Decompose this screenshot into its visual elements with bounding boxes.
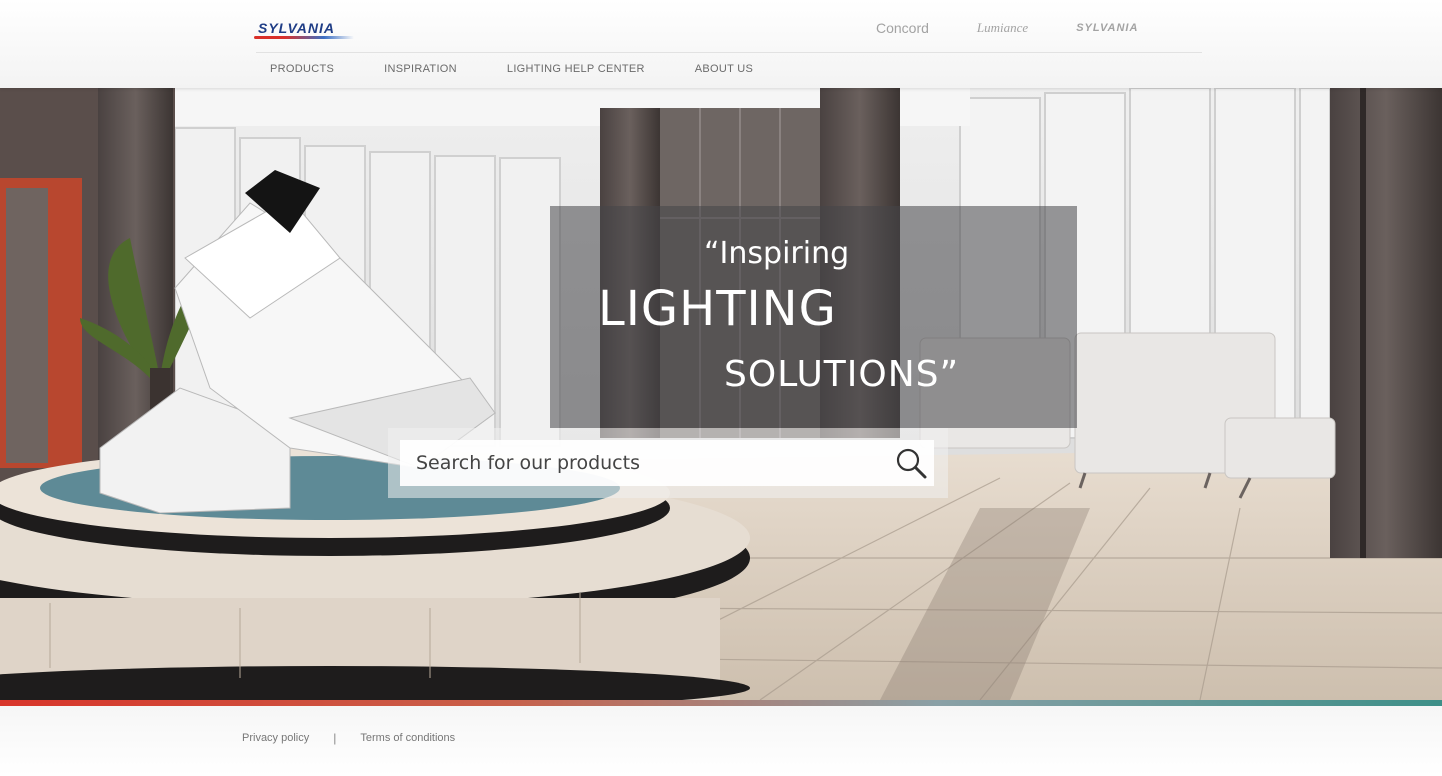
site-header: SYLVANIA Concord Lumiance SYLVANIA PRODU… <box>0 0 1442 88</box>
tagline-line-2: LIGHTING <box>598 281 837 337</box>
nav-item-about-us[interactable]: ABOUT US <box>695 63 753 75</box>
footer-separator: | <box>333 731 337 745</box>
tagline-line-3: SOLUTIONS” <box>724 354 960 395</box>
brand-switcher: Concord Lumiance SYLVANIA <box>876 20 1138 36</box>
brand-link-sylvania[interactable]: SYLVANIA <box>1076 22 1138 36</box>
logo-swoosh <box>254 36 354 39</box>
brand-link-concord[interactable]: Concord <box>876 20 929 36</box>
tagline-line-1: “Inspiring <box>704 236 850 271</box>
nav-item-lighting-help-center[interactable]: LIGHTING HELP CENTER <box>507 63 645 75</box>
privacy-policy-link[interactable]: Privacy policy <box>242 732 309 744</box>
footer-links: Privacy policy | Terms of conditions <box>242 731 455 745</box>
search-input[interactable] <box>400 440 934 486</box>
hero-banner: “Inspiring LIGHTING SOLUTIONS” <box>0 88 1442 700</box>
search-container <box>388 428 948 498</box>
terms-of-conditions-link[interactable]: Terms of conditions <box>360 732 455 744</box>
nav-item-products[interactable]: PRODUCTS <box>270 63 334 75</box>
nav-item-inspiration[interactable]: INSPIRATION <box>384 63 457 75</box>
main-nav: PRODUCTS INSPIRATION LIGHTING HELP CENTE… <box>270 63 803 75</box>
brand-link-lumiance[interactable]: Lumiance <box>977 20 1028 36</box>
header-divider <box>256 52 1202 53</box>
site-footer: Privacy policy | Terms of conditions <box>0 706 1442 776</box>
search-icon[interactable] <box>892 444 932 484</box>
sylvania-logo[interactable]: SYLVANIA <box>258 20 335 36</box>
